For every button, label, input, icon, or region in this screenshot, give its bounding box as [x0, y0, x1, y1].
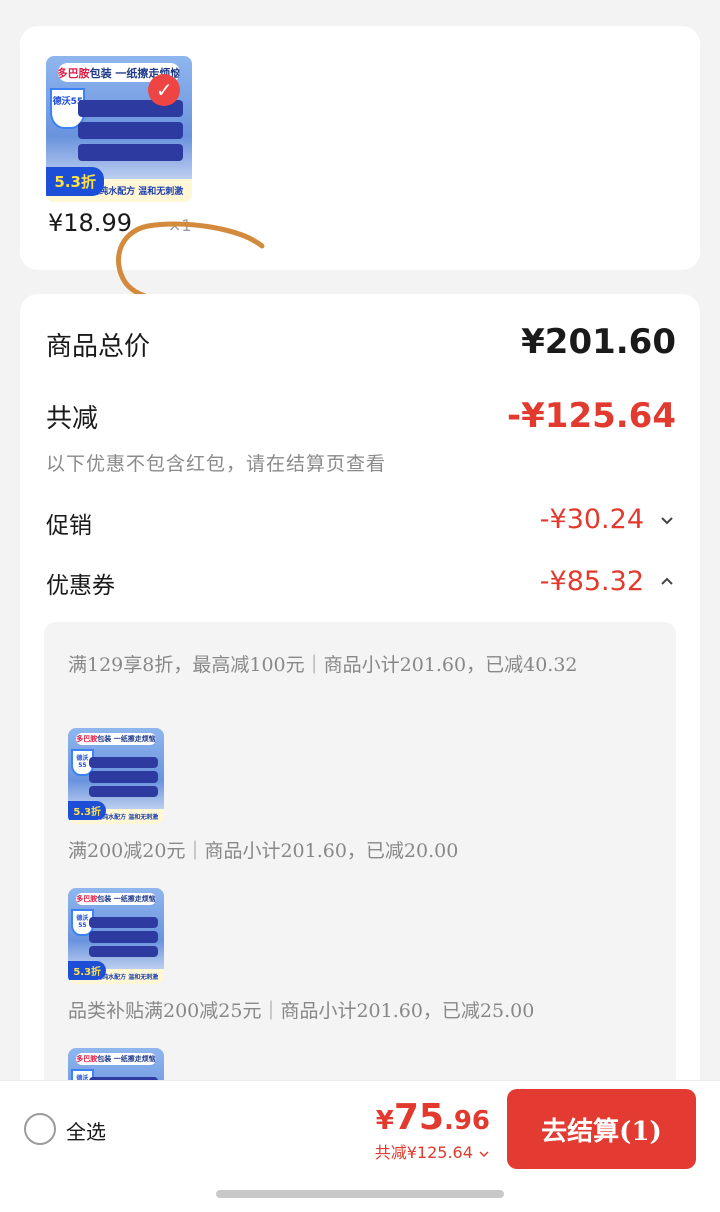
saved-value: -¥125.64	[507, 396, 676, 436]
coupon-product-thumbnail: 多巴胺 包装 一纸擦走烦恼 德沃55 超净化纯水配方 温和无刺激 5.3折	[68, 888, 164, 984]
product-card[interactable]: 多巴胺 包装 一纸擦走烦恼 德沃55 ✓ 超净化纯水配方 温和无刺激 5.3折 ¥…	[20, 26, 700, 270]
select-all-label[interactable]: 全选	[66, 1116, 106, 1145]
final-price: ¥75.96	[375, 1097, 490, 1138]
coupon-detail-text: 满129享8折，最高减100元｜商品小计201.60，已减40.32	[68, 654, 578, 676]
discount-note: 以下优惠不包含红包，请在结算页查看	[46, 453, 387, 475]
chevron-up-icon[interactable]	[656, 574, 678, 596]
coupon-label: 优惠券	[46, 573, 115, 599]
quantity: ×1	[168, 216, 192, 235]
saved-label: 共减	[46, 404, 99, 434]
checkout-button[interactable]: 去结算(1)	[507, 1089, 696, 1169]
discount-detail-toggle[interactable]: 共减¥125.64	[375, 1139, 490, 1163]
coupon-value: -¥85.32	[539, 566, 644, 597]
home-indicator	[216, 1190, 504, 1198]
radio-unchecked-icon[interactable]	[24, 1113, 56, 1145]
unit-price: ¥18.99	[48, 209, 132, 237]
check-icon: ✓	[148, 73, 181, 106]
price-summary-card: 商品总价 ¥201.60 共减 -¥125.64 以下优惠不包含红包，请在结算页…	[20, 294, 700, 1114]
coupon-product-thumbnail: 多巴胺 包装 一纸擦走烦恼 德沃55 超净化纯水配方 温和无刺激 5.3折	[68, 728, 164, 824]
promo-label: 促销	[46, 513, 92, 539]
coupon-detail-panel: 满129享8折，最高减100元｜商品小计201.60，已减40.32 多巴胺 包装…	[44, 622, 676, 1114]
total-price-label: 商品总价	[46, 332, 151, 362]
thumbnail-discount: 5.3折	[46, 166, 105, 197]
total-price-value: ¥201.60	[521, 322, 676, 362]
chevron-down-icon	[479, 1150, 489, 1157]
promo-value: -¥30.24	[539, 504, 644, 535]
coupon-detail-text: 品类补贴满200减25元｜商品小计201.60，已减25.00	[68, 1000, 535, 1022]
coupon-detail-text: 满200减20元｜商品小计201.60，已减20.00	[68, 840, 459, 862]
chevron-down-icon[interactable]	[656, 512, 678, 534]
product-thumbnail[interactable]: 多巴胺 包装 一纸擦走烦恼 德沃55 ✓ 超净化纯水配方 温和无刺激 5.3折	[46, 56, 192, 202]
